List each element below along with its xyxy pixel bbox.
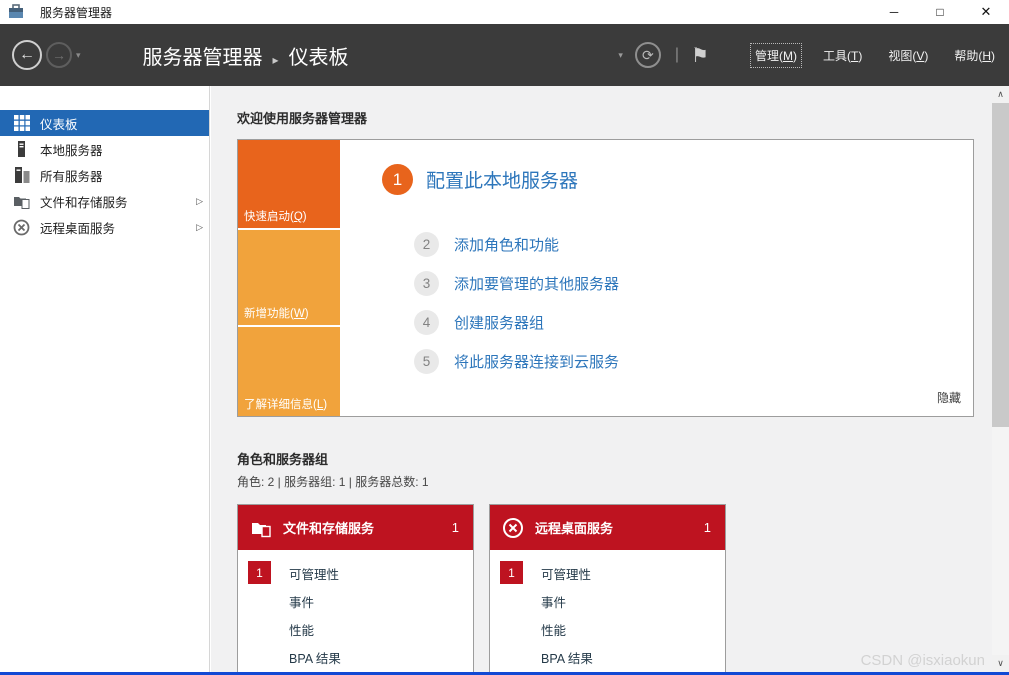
notifications-flag-icon[interactable]: ⚑ [691, 43, 709, 68]
expand-arrow-icon[interactable]: ▷ [196, 222, 203, 233]
local-server-icon [13, 141, 30, 158]
whats-new-button[interactable]: 新增功能(W) [238, 230, 340, 325]
welcome-step-connect-cloud[interactable]: 5 将此服务器连接到云服务 [414, 349, 619, 374]
step-number-badge: 2 [414, 232, 439, 257]
quick-start-button[interactable]: 快速启动(Q) [238, 140, 340, 228]
step-number-badge: 5 [414, 349, 439, 374]
close-button[interactable]: ✕ [963, 0, 1009, 24]
menu-view[interactable]: 视图(V) [884, 44, 932, 67]
expand-arrow-icon[interactable]: ▷ [196, 196, 203, 207]
step-number-badge: 4 [414, 310, 439, 335]
forward-icon[interactable]: → [46, 42, 72, 68]
welcome-step-configure-local-server[interactable]: 1 配置此本地服务器 [382, 164, 578, 195]
roles-heading: 角色和服务器组 [237, 449, 992, 468]
tile-row-label: 事件 [541, 592, 566, 611]
welcome-step-create-server-group[interactable]: 4 创建服务器组 [414, 310, 544, 335]
welcome-heading: 欢迎使用服务器管理器 [237, 108, 992, 127]
step-link: 创建服务器组 [454, 312, 544, 333]
roles-stats: 角色: 2 | 服务器组: 1 | 服务器总数: 1 [237, 473, 992, 490]
sidebar-item-label: 远程桌面服务 [40, 218, 115, 237]
role-tile-count: 1 [452, 520, 459, 535]
watermark: CSDN @isxiaokun [861, 652, 985, 669]
menu-help[interactable]: 帮助(H) [950, 44, 999, 67]
tile-row-performance[interactable]: 性能 [238, 615, 473, 643]
role-tile-header[interactable]: 文件和存储服务 1 [238, 505, 473, 550]
step-number-badge: 3 [414, 271, 439, 296]
sidebar-item-label: 本地服务器 [40, 140, 103, 159]
rds-circle-x-icon [502, 517, 524, 539]
tile-row-label: 可管理性 [541, 564, 591, 583]
sidebar-item-label: 仪表板 [40, 114, 78, 133]
sidebar-item-all-servers[interactable]: 所有服务器 [0, 162, 209, 188]
sidebar-item-remote-desktop[interactable]: 远程桌面服务 ▷ [0, 214, 209, 240]
role-tile-count: 1 [704, 520, 711, 535]
breadcrumb-current: 仪表板 [289, 41, 349, 70]
role-tile-title: 远程桌面服务 [535, 518, 613, 537]
breadcrumb: 服务器管理器 ▸ 仪表板 [143, 41, 349, 70]
window-title: 服务器管理器 [40, 4, 112, 21]
breadcrumb-separator-icon: ▸ [273, 53, 279, 67]
tile-row-bpa-results[interactable]: BPA 结果 [238, 643, 473, 671]
role-tile-file-storage: 文件和存储服务 1 1 可管理性 事件 性能 BPA 结果 [237, 504, 474, 675]
alert-count-badge: 1 [500, 561, 523, 584]
vertical-scrollbar[interactable]: ∧ ∨ [992, 86, 1009, 672]
hide-link[interactable]: 隐藏 [937, 389, 961, 406]
toolbar-caret-icon[interactable]: ▾ [618, 50, 623, 61]
tile-row-bpa-results[interactable]: BPA 结果 [490, 643, 725, 671]
tile-row-label: 事件 [289, 592, 314, 611]
sidebar-item-local-server[interactable]: 本地服务器 [0, 136, 209, 162]
dashboard-grid-icon [13, 115, 30, 132]
app-header: ← → ▾ 服务器管理器 ▸ 仪表板 ▾ ⟳ | ⚑ 管理(M) 工具(T) 视… [0, 24, 1009, 86]
sidebar-item-label: 所有服务器 [40, 166, 103, 185]
folders-icon [13, 193, 30, 210]
tile-row-events[interactable]: 事件 [490, 587, 725, 615]
app-icon [7, 4, 24, 21]
tile-row-label: BPA 结果 [541, 648, 593, 667]
scroll-down-icon[interactable]: ∨ [992, 655, 1009, 672]
step-link: 添加角色和功能 [454, 234, 559, 255]
rds-circle-x-icon [13, 219, 30, 236]
breadcrumb-root[interactable]: 服务器管理器 [143, 41, 263, 70]
scrollbar-thumb[interactable] [992, 103, 1009, 427]
tile-row-label: 可管理性 [289, 564, 339, 583]
refresh-icon[interactable]: ⟳ [635, 42, 661, 68]
nav-caret-icon[interactable]: ▾ [76, 50, 81, 61]
sidebar-item-dashboard[interactable]: 仪表板 [0, 110, 209, 136]
toolbar-divider: | [675, 46, 679, 64]
sidebar-item-file-storage[interactable]: 文件和存储服务 ▷ [0, 188, 209, 214]
role-tile-header[interactable]: 远程桌面服务 1 [490, 505, 725, 550]
back-icon[interactable]: ← [12, 40, 42, 70]
sidebar: 仪表板 本地服务器 所有服务器 [0, 86, 210, 675]
welcome-step-add-servers[interactable]: 3 添加要管理的其他服务器 [414, 271, 619, 296]
tile-row-manageability[interactable]: 1 可管理性 [238, 559, 473, 587]
all-servers-icon [13, 167, 30, 184]
step-link: 配置此本地服务器 [426, 166, 578, 193]
minimize-button[interactable]: ─ [871, 0, 917, 24]
role-tile-title: 文件和存储服务 [283, 518, 374, 537]
learn-more-button[interactable]: 了解详细信息(L) [238, 327, 340, 416]
scroll-up-icon[interactable]: ∧ [992, 86, 1009, 103]
tile-row-label: 性能 [289, 620, 314, 639]
role-tile-remote-desktop: 远程桌面服务 1 1 可管理性 事件 性能 BPA 结果 [489, 504, 726, 675]
welcome-step-add-roles[interactable]: 2 添加角色和功能 [414, 232, 559, 257]
sidebar-item-label: 文件和存储服务 [40, 192, 128, 211]
menu-tools[interactable]: 工具(T) [819, 44, 866, 67]
quick-start-column: 快速启动(Q) 新增功能(W) 了解详细信息(L) [238, 140, 340, 416]
tile-row-label: BPA 结果 [289, 648, 341, 667]
welcome-tile: 快速启动(Q) 新增功能(W) 了解详细信息(L) 1 配置此本地服务器 2 添… [237, 139, 974, 417]
step-link: 添加要管理的其他服务器 [454, 273, 619, 294]
tile-row-manageability[interactable]: 1 可管理性 [490, 559, 725, 587]
step-link: 将此服务器连接到云服务 [454, 351, 619, 372]
dashboard-content: 欢迎使用服务器管理器 快速启动(Q) 新增功能(W) 了解详细信息(L) 1 配… [211, 86, 992, 675]
folders-icon [250, 517, 272, 539]
menu-manage[interactable]: 管理(M) [751, 44, 801, 67]
tile-row-label: 性能 [541, 620, 566, 639]
step-number-badge: 1 [382, 164, 413, 195]
window-titlebar: 服务器管理器 ─ □ ✕ [0, 0, 1009, 24]
tile-row-performance[interactable]: 性能 [490, 615, 725, 643]
alert-count-badge: 1 [248, 561, 271, 584]
maximize-button[interactable]: □ [917, 0, 963, 24]
tile-row-events[interactable]: 事件 [238, 587, 473, 615]
